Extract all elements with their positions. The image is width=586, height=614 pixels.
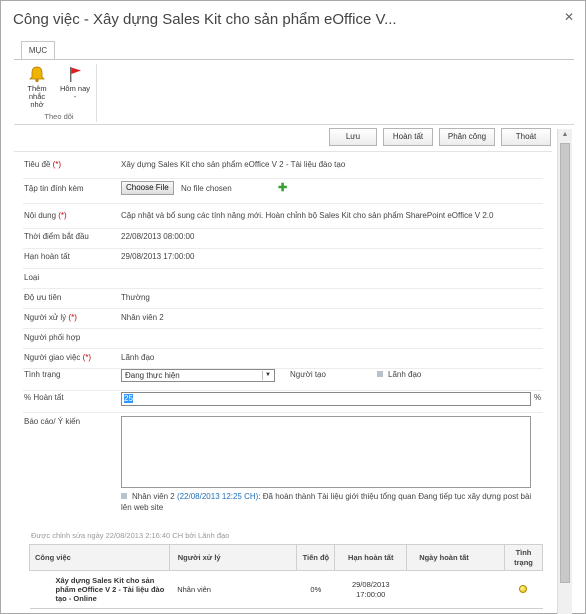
title-label: Tiêu đề (*) — [24, 160, 62, 169]
today-button[interactable]: Hôm nay - — [58, 65, 92, 101]
bell-icon — [29, 66, 45, 83]
title-value: Xây dựng Sales Kit cho sản phẩm eOffice … — [121, 160, 346, 169]
status-row: Tình trạng Đang thực hiện ▼ Người tạo Lã… — [23, 369, 543, 391]
due-label: Hạn hoàn tất — [24, 252, 70, 261]
add-attachment-icon[interactable]: ✚ — [278, 181, 287, 194]
today-label-2: - — [73, 92, 77, 101]
yellow-status-dot-icon — [519, 584, 528, 593]
coordinator-label: Người phối hợp — [24, 333, 81, 342]
assigner-row: Người giao việc (*) Lãnh đạo — [23, 350, 543, 369]
choose-file-button[interactable]: Choose File — [121, 181, 174, 195]
table-header-row: Công việc Người xử lý Tiến độ Hạn hoàn t… — [29, 544, 544, 571]
comment-timestamp-link[interactable]: (22/08/2013 12:25 CH) — [177, 492, 258, 501]
content-label: Nội dung (*) — [24, 211, 67, 220]
dialog-title: Công việc - Xây dựng Sales Kit cho sản p… — [13, 11, 397, 28]
task-form: Tiêu đề (*) Xây dựng Sales Kit cho sản p… — [14, 151, 552, 521]
done-cell — [406, 570, 505, 609]
no-file-text: No file chosen — [181, 184, 232, 193]
scroll-thumb[interactable] — [560, 143, 570, 583]
complete-button[interactable]: Hoàn tất — [383, 128, 433, 146]
priority-value: Thường — [121, 293, 150, 302]
attachment-row: Tập tin đính kèm Choose File No file cho… — [23, 181, 543, 204]
add-reminder-button[interactable]: Thêm nhắc nhở — [19, 65, 55, 109]
status-cell — [504, 570, 543, 609]
comment-entry: Nhân viên 2 (22/08/2013 12:25 CH): Đã ho… — [121, 492, 532, 512]
report-row: Báo cáo/ Ý kiến Nhân viên 2 (22/08/2013 … — [23, 414, 543, 522]
handler-value: Nhân viên 2 — [121, 313, 164, 322]
modified-note: Được chỉnh sửa ngày 22/08/2013 2:16:40 C… — [31, 531, 230, 540]
handler-row: Người xử lý (*) Nhân viên 2 — [23, 310, 543, 329]
percent-label: % Hoàn tất — [24, 393, 64, 402]
start-value: 22/08/2013 08:00:00 — [121, 232, 195, 241]
exit-button[interactable]: Thoát — [501, 128, 551, 146]
add-reminder-label-1: Thêm nhắc — [27, 84, 47, 101]
handler-cell: Nhân viên — [169, 570, 297, 609]
due-cell: 29/08/2013 17:00:00 — [334, 570, 407, 609]
subtask-table: Công việc Người xử lý Tiến độ Hạn hoàn t… — [29, 544, 544, 609]
save-button[interactable]: Lưu — [329, 128, 377, 146]
chevron-down-icon: ▼ — [262, 371, 273, 380]
percent-suffix: % — [534, 393, 542, 402]
add-reminder-label-2: nhở — [30, 100, 44, 109]
vertical-scrollbar[interactable]: ▲ — [557, 129, 572, 614]
ribbon-tab-muc[interactable]: MỤC — [21, 41, 55, 60]
percent-row: % Hoàn tất 25 % — [23, 391, 543, 413]
close-icon[interactable]: ✕ — [562, 10, 576, 24]
due-value: 29/08/2013 17:00:00 — [121, 252, 195, 261]
col-done[interactable]: Ngày hoàn tất — [406, 544, 505, 571]
task-cell[interactable]: Xây dựng Sales Kit cho sản phẩm eOffice … — [29, 570, 170, 609]
status-select[interactable]: Đang thực hiện ▼ — [121, 369, 275, 382]
creator-value: Lãnh đạo — [377, 370, 421, 379]
attachment-label: Tập tin đính kèm — [24, 184, 84, 193]
assigner-value: Lãnh đạo — [121, 353, 155, 362]
user-presence-icon — [121, 493, 127, 499]
ribbon: Thêm nhắc nhở Hôm nay - Theo dõi — [14, 59, 574, 125]
col-status[interactable]: Tình trạng — [503, 544, 544, 571]
type-row: Loại — [23, 270, 543, 289]
due-row: Hạn hoàn tất 29/08/2013 17:00:00 — [23, 250, 543, 269]
report-textarea[interactable] — [121, 416, 531, 488]
creator-label: Người tạo — [290, 370, 326, 379]
col-handler[interactable]: Người xử lý — [168, 544, 298, 571]
assign-button[interactable]: Phân công — [439, 128, 495, 146]
coordinator-row: Người phối hợp — [23, 330, 543, 349]
priority-row: Độ ưu tiên Thường — [23, 290, 543, 309]
ribbon-group-separator — [96, 64, 97, 122]
start-label: Thời điểm bắt đầu — [24, 232, 89, 241]
col-task[interactable]: Công việc — [29, 544, 170, 571]
table-row[interactable]: Xây dựng Sales Kit cho sản phẩm eOffice … — [29, 570, 543, 609]
progress-cell: 0% — [296, 570, 335, 609]
ribbon-group-label: Theo dõi — [44, 112, 74, 121]
type-label: Loại — [24, 273, 40, 282]
content-row: Nội dung (*) Cập nhật và bổ sung các tín… — [23, 211, 543, 229]
report-label: Báo cáo/ Ý kiến — [24, 417, 81, 426]
user-presence-icon — [377, 371, 383, 377]
status-select-value: Đang thực hiện — [125, 371, 180, 380]
red-flag-icon — [70, 67, 81, 82]
content-value: Cập nhật và bổ sung các tính năng mới. H… — [121, 211, 494, 220]
percent-input[interactable]: 25 — [121, 392, 531, 406]
handler-label: Người xử lý (*) — [24, 313, 77, 322]
assigner-label: Người giao việc (*) — [24, 353, 92, 362]
scroll-up-icon[interactable]: ▲ — [558, 129, 572, 141]
title-row: Tiêu đề (*) Xây dựng Sales Kit cho sản p… — [23, 160, 543, 179]
task-dialog: Công việc - Xây dựng Sales Kit cho sản p… — [0, 0, 586, 614]
col-due[interactable]: Hạn hoàn tất — [334, 544, 408, 571]
priority-label: Độ ưu tiên — [24, 293, 62, 302]
col-progress[interactable]: Tiến độ — [296, 544, 336, 571]
start-row: Thời điểm bắt đầu 22/08/2013 08:00:00 — [23, 230, 543, 249]
status-label: Tình trạng — [24, 370, 61, 379]
